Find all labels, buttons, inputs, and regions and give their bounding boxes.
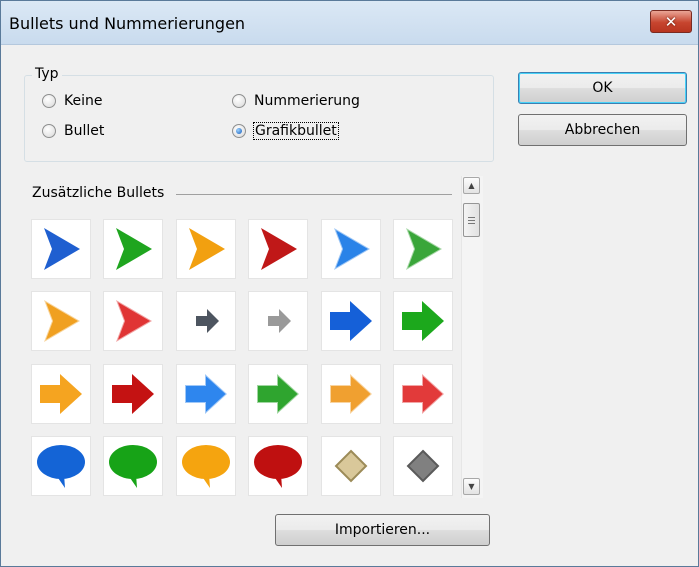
- radio-nummerierung-circle[interactable]: [232, 94, 246, 108]
- bullet-cell[interactable]: [31, 291, 91, 351]
- grip-icon: [468, 216, 475, 224]
- bullet-cell[interactable]: [248, 219, 308, 279]
- block-arrow-red-glossy-icon: [401, 371, 446, 417]
- bullet-grid: [31, 219, 461, 519]
- bullet-cell[interactable]: [176, 364, 236, 424]
- bullet-cell[interactable]: [321, 436, 381, 496]
- radio-nummerierung[interactable]: Nummerierung: [232, 93, 360, 109]
- bullet-cell[interactable]: [31, 219, 91, 279]
- bullet-cell[interactable]: [103, 364, 163, 424]
- triangle-arrow-blue-glossy-icon: [332, 225, 372, 273]
- import-button[interactable]: Importieren...: [275, 514, 490, 546]
- speech-bubble-blue-icon: [37, 445, 85, 488]
- radio-nummerierung-label: Nummerierung: [254, 93, 360, 109]
- bullet-scrollbar[interactable]: ▲ ▼: [461, 176, 483, 498]
- small-arrow-dark-gray-icon: [196, 309, 219, 333]
- bullet-cell[interactable]: [393, 436, 453, 496]
- bullet-cell[interactable]: [393, 291, 453, 351]
- bullet-cell[interactable]: [176, 219, 236, 279]
- title-bar: Bullets und Nummerierungen ✕: [1, 1, 698, 45]
- dialog-content: Typ Keine Nummerierung Bullet Grafikbull…: [1, 45, 698, 566]
- bullet-cell[interactable]: [393, 219, 453, 279]
- bullet-cell[interactable]: [31, 364, 91, 424]
- scroll-down-button[interactable]: ▼: [463, 478, 480, 495]
- triangle-arrow-red-glossy-icon: [114, 297, 154, 345]
- diamond-beige-icon: [334, 449, 368, 483]
- ok-button[interactable]: OK: [518, 72, 687, 104]
- radio-keine-label: Keine: [64, 93, 103, 109]
- speech-bubble-red-icon: [254, 445, 302, 488]
- scroll-up-icon: ▲: [468, 181, 475, 190]
- bullet-cell[interactable]: [103, 291, 163, 351]
- radio-bullet-label: Bullet: [64, 123, 105, 139]
- diamond-gray-icon: [406, 449, 440, 483]
- scroll-up-button[interactable]: ▲: [463, 177, 480, 194]
- bullet-cell[interactable]: [248, 436, 308, 496]
- scroll-thumb[interactable]: [463, 203, 480, 237]
- type-group-box: [24, 75, 494, 162]
- radio-keine-circle[interactable]: [42, 94, 56, 108]
- block-arrow-orange-glossy-icon: [329, 371, 374, 417]
- speech-bubble-orange-icon: [182, 445, 230, 488]
- close-button[interactable]: ✕: [650, 10, 692, 33]
- radio-grafikbullet-circle[interactable]: [232, 124, 246, 138]
- radio-bullet-circle[interactable]: [42, 124, 56, 138]
- radio-grafikbullet[interactable]: Grafikbullet: [232, 122, 339, 140]
- block-arrow-green-glossy-icon: [256, 371, 301, 417]
- speech-bubble-green-icon: [109, 445, 157, 488]
- section-divider: [176, 194, 452, 195]
- bullet-cell[interactable]: [103, 219, 163, 279]
- bullet-cell[interactable]: [321, 291, 381, 351]
- triangle-arrow-blue-icon: [44, 228, 80, 270]
- close-icon: ✕: [664, 12, 678, 31]
- bullet-cell[interactable]: [248, 364, 308, 424]
- bullet-cell[interactable]: [31, 436, 91, 496]
- dialog-window: Bullets und Nummerierungen ✕ Typ Keine N…: [0, 0, 699, 567]
- small-arrow-gray-icon: [268, 309, 291, 333]
- window-title: Bullets und Nummerierungen: [9, 14, 246, 33]
- radio-grafikbullet-label: Grafikbullet: [253, 122, 339, 140]
- radio-bullet[interactable]: Bullet: [42, 123, 104, 139]
- cancel-button[interactable]: Abbrechen: [518, 114, 687, 146]
- bullet-cell[interactable]: [321, 364, 381, 424]
- block-arrow-orange-icon: [40, 374, 82, 414]
- triangle-arrow-green-icon: [116, 228, 152, 270]
- block-arrow-green-icon: [402, 301, 444, 341]
- triangle-arrow-orange-icon: [189, 228, 225, 270]
- type-group-label: Typ: [32, 66, 62, 82]
- bullet-cell[interactable]: [248, 291, 308, 351]
- radio-keine[interactable]: Keine: [42, 93, 102, 109]
- bullet-cell[interactable]: [393, 364, 453, 424]
- triangle-arrow-green-glossy-icon: [404, 225, 444, 273]
- bullet-cell[interactable]: [176, 436, 236, 496]
- bullet-cell[interactable]: [176, 291, 236, 351]
- scroll-down-icon: ▼: [468, 482, 475, 491]
- triangle-arrow-red-icon: [261, 228, 297, 270]
- bullet-cell[interactable]: [103, 436, 163, 496]
- block-arrow-blue-glossy-icon: [184, 371, 229, 417]
- additional-bullets-label: Zusätzliche Bullets: [32, 185, 173, 201]
- triangle-arrow-orange-glossy-icon: [42, 297, 82, 345]
- block-arrow-blue-icon: [330, 301, 372, 341]
- block-arrow-red-icon: [112, 374, 154, 414]
- bullet-cell[interactable]: [321, 219, 381, 279]
